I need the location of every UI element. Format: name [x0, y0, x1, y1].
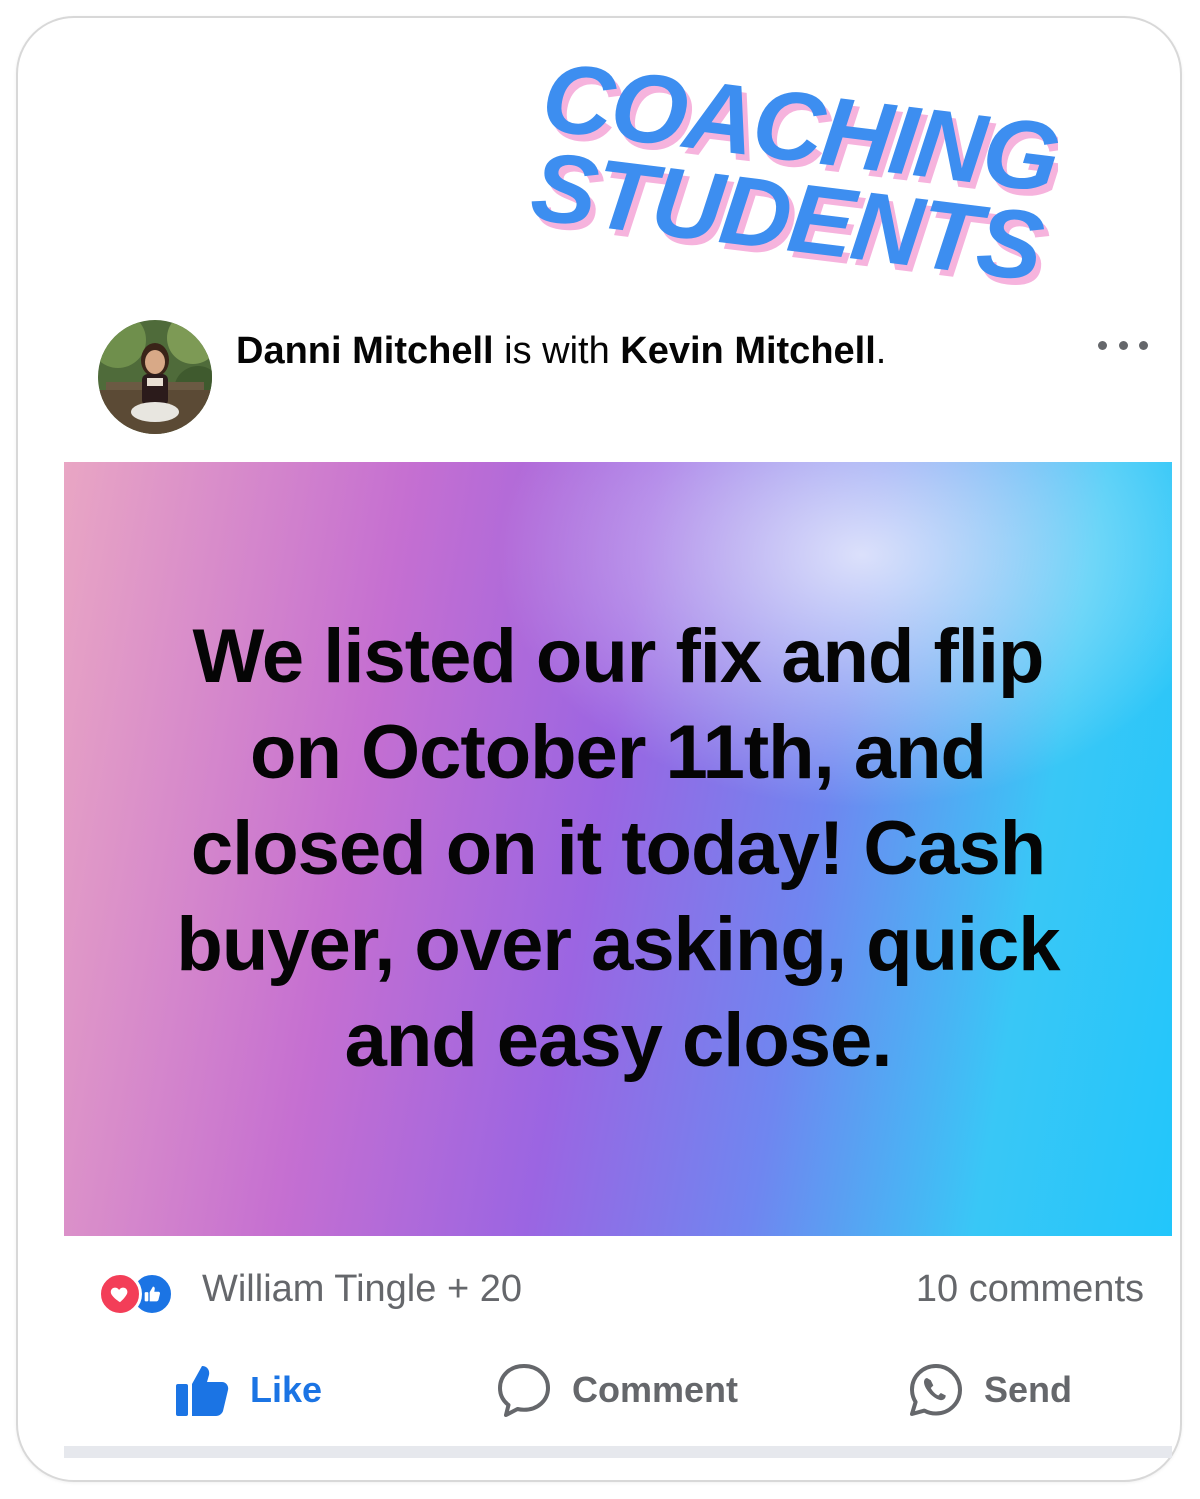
like-label: Like: [250, 1369, 323, 1410]
banner-graphic: COACHING COACHING STUDENTS STUDENTS: [526, 41, 1069, 309]
avatar-photo: [98, 320, 212, 434]
ellipsis-icon: [1139, 340, 1148, 350]
comment-button[interactable]: Comment: [496, 1360, 738, 1420]
tagged-name[interactable]: Kevin Mitchell: [620, 330, 876, 372]
post-divider: [64, 1446, 1172, 1458]
post-text-background: We listed our fix and flip on October 11…: [64, 462, 1172, 1236]
send-label: Send: [984, 1369, 1073, 1410]
post-author-line: Danni Mitchell is with Kevin Mitchell.: [236, 330, 886, 373]
post-card: COACHING COACHING STUDENTS STUDENTS Dann…: [16, 16, 1182, 1482]
ellipsis-icon: [1118, 340, 1128, 350]
comment-bubble-icon: [498, 1364, 550, 1417]
post-actions: Like Comment Send: [64, 1348, 1172, 1438]
love-icon: [98, 1272, 142, 1316]
coaching-students-banner: COACHING COACHING STUDENTS STUDENTS: [518, 41, 1069, 318]
with-connector: is with: [504, 330, 610, 372]
reactors-summary[interactable]: William Tingle + 20: [202, 1268, 522, 1311]
post-header: Danni Mitchell is with Kevin Mitchell.: [98, 320, 1148, 436]
whatsapp-icon: [910, 1364, 962, 1416]
tagged-suffix: .: [875, 330, 887, 372]
avatar[interactable]: [98, 320, 212, 434]
send-button[interactable]: Send: [908, 1360, 1072, 1420]
reaction-icons[interactable]: [98, 1272, 192, 1316]
like-button[interactable]: Like: [174, 1360, 322, 1420]
thumbs-up-icon: [176, 1366, 229, 1416]
comment-label: Comment: [572, 1369, 739, 1410]
reactions-row: William Tingle + 20 10 comments: [98, 1264, 1144, 1320]
post-text: We listed our fix and flip on October 11…: [176, 614, 1060, 1083]
author-name[interactable]: Danni Mitchell: [236, 330, 494, 372]
comments-count[interactable]: 10 comments: [916, 1268, 1144, 1311]
ellipsis-icon: [1098, 340, 1107, 350]
more-options-button[interactable]: [1098, 330, 1148, 360]
